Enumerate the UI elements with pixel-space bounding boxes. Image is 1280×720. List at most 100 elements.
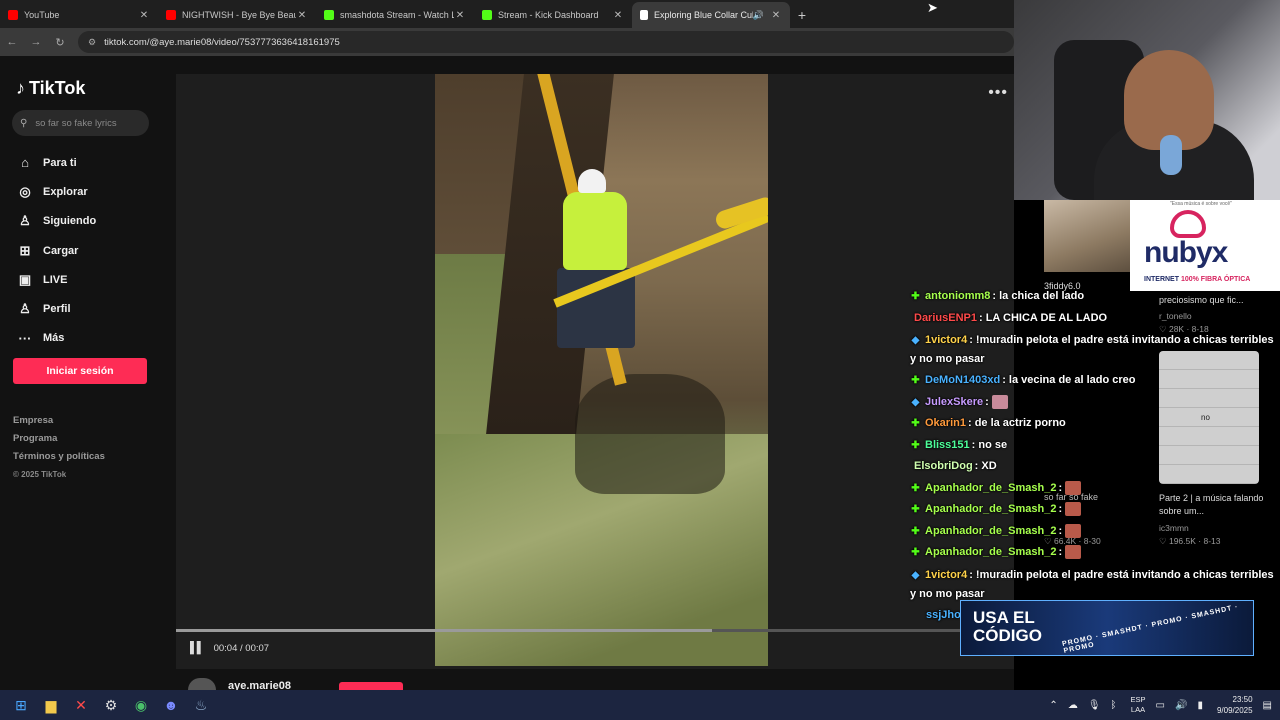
- profile-icon: ♙: [19, 301, 31, 317]
- user-icon: ♙: [19, 213, 31, 229]
- sidebar-item-label: Más: [43, 332, 65, 345]
- promo-strip: PROMO · SMASHDT · PROMO · SMASHDT · PROM…: [1061, 603, 1240, 655]
- tab-smashdota[interactable]: smashdota Stream - Watch Live ✕: [316, 2, 474, 28]
- new-tab-button[interactable]: +: [790, 2, 814, 28]
- follow-button[interactable]: [339, 682, 403, 690]
- webcam-overlay: [1014, 0, 1280, 200]
- chat-username: DeMoN1403xd: [925, 374, 1001, 386]
- tab-youtube[interactable]: YouTube ✕: [0, 2, 158, 28]
- app-x-icon[interactable]: ✕: [66, 690, 96, 720]
- chat-username: Apanhador_de_Smash_2: [925, 524, 1057, 537]
- chat-username: Bliss151: [925, 438, 970, 451]
- chat-message: ✚ Apanhador_de_Smash_2:: [910, 521, 1280, 543]
- kick-icon: [324, 10, 334, 20]
- close-tab-icon[interactable]: ✕: [612, 10, 624, 21]
- cloud-icon[interactable]: ☁: [1068, 700, 1078, 711]
- language-indicator[interactable]: ESP LAA: [1131, 695, 1146, 715]
- search-input[interactable]: ⚲ so far so fake lyrics: [12, 110, 149, 136]
- mouse-cursor-icon: ➤: [927, 0, 938, 15]
- home-icon: ⌂: [21, 155, 29, 171]
- sidebar-nav: ⌂ Para ti ◎ Explorar ♙ Siguiendo ⊞ Cargar ▣ L…: [16, 148, 166, 353]
- tab-title: NIGHTWISH - Bye Bye Beautiful: [182, 10, 296, 20]
- badge-icon: ✚: [911, 525, 920, 537]
- tiktok-logo[interactable]: ♪ TikTok: [16, 78, 85, 99]
- file-explorer-icon[interactable]: ▆: [36, 690, 66, 720]
- reload-icon[interactable]: ↻: [48, 36, 72, 49]
- mic-icon[interactable]: 🎙: [1088, 700, 1101, 711]
- time: 23:50: [1232, 695, 1253, 704]
- close-tab-icon[interactable]: ✕: [770, 10, 782, 21]
- badge-icon: ✚: [911, 482, 920, 494]
- emote-icon: [1065, 523, 1082, 538]
- close-tab-icon[interactable]: ✕: [454, 10, 466, 21]
- footer-link-empresa[interactable]: Empresa: [13, 412, 105, 430]
- youtube-icon: [8, 10, 18, 20]
- chat-text: :: [1058, 546, 1063, 558]
- lang-a: ESP: [1130, 695, 1146, 704]
- network-icon[interactable]: ▭: [1156, 700, 1165, 711]
- stream-chat: ✚ antoniomm8: la chica del lado DariusENP…: [910, 286, 1280, 626]
- youtube-icon: [166, 10, 176, 20]
- screen: YouTube ✕ NIGHTWISH - Bye Bye Beautiful …: [0, 0, 1280, 720]
- chat-username: 1victor4: [925, 568, 968, 581]
- tab-kick-dashboard[interactable]: Stream - Kick Dashboard ✕: [474, 2, 632, 28]
- sidebar-item-para-ti[interactable]: ⌂ Para ti: [16, 148, 166, 177]
- clock[interactable]: 23:50 9/09/2025: [1217, 694, 1253, 716]
- avatar[interactable]: [188, 678, 216, 690]
- sidebar-item-label: Cargar: [43, 244, 79, 257]
- discord-icon[interactable]: ☻: [156, 690, 186, 720]
- notification-icon[interactable]: ▤: [1263, 700, 1272, 711]
- forward-icon[interactable]: →: [24, 36, 48, 48]
- ad-brand: nubyx: [1144, 236, 1228, 269]
- logo-text: TikTok: [29, 78, 86, 98]
- tab-nightwish[interactable]: NIGHTWISH - Bye Bye Beautiful ✕: [158, 2, 316, 28]
- chat-text: : de la actriz porno: [967, 417, 1066, 429]
- promo-banner: USA EL CÓDIGO PROMO · SMASHDT · PROMO · S…: [960, 600, 1254, 656]
- compass-icon: ◎: [19, 183, 31, 199]
- close-tab-icon[interactable]: ✕: [296, 10, 308, 21]
- tab-title: Exploring Blue Collar Cultu: [654, 10, 753, 20]
- chat-message: ◆ JulexSkere:: [910, 392, 1280, 414]
- login-button[interactable]: Iniciar sesión: [13, 358, 147, 384]
- url-field[interactable]: ⚙ tiktok.com/@aye.marie08/video/75377736…: [78, 31, 1014, 53]
- tab-tiktok[interactable]: Exploring Blue Collar Cultu 🔊 ✕: [632, 2, 790, 28]
- tagline-b: 100% FIBRA ÓPTICA: [1180, 276, 1251, 283]
- pause-icon[interactable]: ▌▌: [190, 642, 205, 654]
- sidebar-item-mas[interactable]: ··· Más: [16, 324, 166, 353]
- more-options-icon[interactable]: •••: [988, 84, 1008, 102]
- chrome-icon[interactable]: ◉: [126, 690, 156, 720]
- badge-icon: ✚: [911, 418, 920, 429]
- sidebar-item-perfil[interactable]: ♙ Perfil: [16, 294, 166, 323]
- battery-icon[interactable]: ▮: [1197, 700, 1203, 711]
- sidebar-item-live[interactable]: ▣ LIVE: [16, 265, 166, 294]
- chat-message: ◆ 1victor4: !muradin pelota el padre está…: [910, 329, 1280, 370]
- plus-square-icon: ⊞: [19, 242, 31, 258]
- live-icon: ▣: [18, 271, 32, 287]
- close-tab-icon[interactable]: ✕: [138, 10, 150, 21]
- footer-link-terminos[interactable]: Términos y políticas: [13, 448, 105, 466]
- emote-icon: [991, 394, 1008, 409]
- chat-text: : LA CHICA DE AL LADO: [978, 311, 1108, 324]
- sidebar-item-label: Explorar: [43, 185, 88, 198]
- copyright: © 2025 TikTok: [13, 470, 67, 479]
- settings-icon[interactable]: ⚙: [96, 690, 126, 720]
- system-tray: ⌃ ☁ 🎙 ᛒ ESP LAA ▭ 🔊 ▮ 23:50 9/09/2025 ▤: [1039, 690, 1272, 720]
- bluetooth-icon[interactable]: ᛒ: [1111, 700, 1117, 711]
- back-icon[interactable]: ←: [0, 36, 24, 48]
- footer-link-programa[interactable]: Programa: [13, 430, 105, 448]
- windows-start-icon[interactable]: ⊞: [6, 690, 36, 720]
- sidebar-item-explorar[interactable]: ◎ Explorar: [16, 177, 166, 206]
- steam-icon[interactable]: ♨: [186, 690, 216, 720]
- speaker-icon[interactable]: 🔊: [753, 10, 764, 21]
- chat-username: Apanhador_de_Smash_2: [925, 503, 1057, 515]
- video-player[interactable]: ••• ▌▌ 00:04 / 00:07: [176, 74, 1014, 669]
- chat-message: ✚ antoniomm8: la chica del lado: [910, 286, 1280, 308]
- site-info-icon[interactable]: ⚙: [88, 37, 96, 48]
- video-progress-bar[interactable]: [176, 629, 1014, 632]
- video-frame[interactable]: [435, 74, 768, 666]
- sidebar-item-siguiendo[interactable]: ♙ Siguiendo: [16, 207, 166, 236]
- sidebar-item-cargar[interactable]: ⊞ Cargar: [16, 236, 166, 265]
- nubyx-cloud-icon: [1170, 210, 1206, 238]
- volume-icon[interactable]: 🔊: [1175, 700, 1187, 711]
- chevron-up-icon[interactable]: ⌃: [1049, 700, 1057, 711]
